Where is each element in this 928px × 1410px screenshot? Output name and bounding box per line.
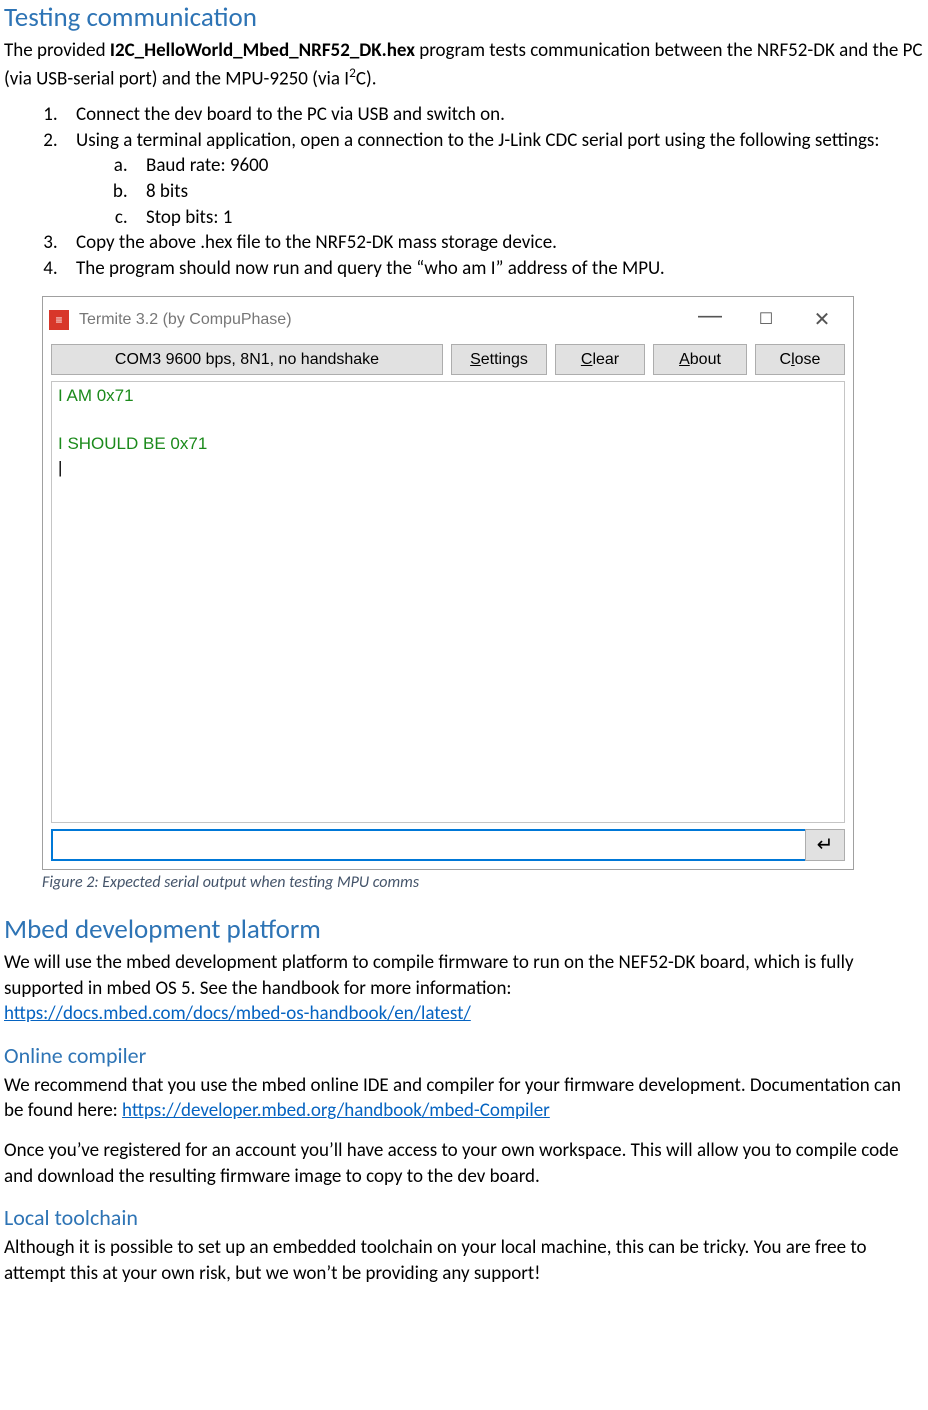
intro-sup: 2 (349, 64, 356, 81)
online-compiler-p2: Once you’ve registered for an account yo… (4, 1138, 924, 1189)
mbed-paragraph: We will use the mbed development platfor… (4, 950, 924, 1027)
terminal-output[interactable]: I AM 0x71 I SHOULD BE 0x71 | (51, 381, 845, 823)
minimize-button[interactable]: — (687, 311, 733, 321)
output-line-2: I SHOULD BE 0x71 (58, 432, 838, 456)
intro-text-c: C). (356, 67, 377, 90)
about-label: bout (690, 351, 721, 368)
intro-text-a: The provided (4, 39, 110, 62)
hex-filename: I2C_HelloWorld_Mbed_NRF52_DK.hex (110, 39, 415, 62)
mbed-handbook-link[interactable]: https://docs.mbed.com/docs/mbed-os-handb… (4, 1002, 471, 1025)
output-line-1: I AM 0x71 (58, 384, 838, 408)
output-blank (58, 408, 838, 432)
terminal-input-row: ↵ (51, 829, 845, 861)
heading-testing-communication: Testing communication (4, 0, 924, 36)
termite-app-icon: ≡ (49, 310, 69, 330)
window-close-button[interactable]: ✕ (799, 307, 845, 334)
termite-window: ≡ Termite 3.2 (by CompuPhase) — ☐ ✕ COM3… (42, 296, 854, 871)
heading-online-compiler: Online compiler (4, 1041, 924, 1071)
intro-paragraph: The provided I2C_HelloWorld_Mbed_NRF52_D… (4, 38, 924, 92)
clear-label: lear (592, 351, 619, 368)
step-2: Using a terminal application, open a con… (62, 128, 924, 231)
clear-button[interactable]: Clear (555, 344, 645, 376)
close-label: ose (795, 351, 821, 368)
output-cursor: | (58, 456, 838, 480)
heading-mbed-platform: Mbed development platform (4, 912, 924, 948)
steps-list: Connect the dev board to the PC via USB … (4, 102, 924, 281)
port-selector[interactable]: COM3 9600 bps, 8N1, no handshake (51, 344, 443, 376)
step-2b: 8 bits (132, 179, 924, 205)
enter-icon: ↵ (817, 832, 834, 859)
terminal-input[interactable] (51, 829, 805, 861)
termite-toolbar: COM3 9600 bps, 8N1, no handshake Setting… (43, 344, 853, 382)
termite-titlebar: ≡ Termite 3.2 (by CompuPhase) — ☐ ✕ (43, 297, 853, 344)
step-2a: Baud rate: 9600 (132, 153, 924, 179)
online-compiler-p1: We recommend that you use the mbed onlin… (4, 1073, 924, 1124)
step-3: Copy the above .hex file to the NRF52-DK… (62, 230, 924, 256)
about-button[interactable]: About (653, 344, 747, 376)
send-button[interactable]: ↵ (805, 829, 845, 861)
step-2-sublist: Baud rate: 9600 8 bits Stop bits: 1 (76, 153, 924, 230)
close-button[interactable]: Close (755, 344, 845, 376)
step-1: Connect the dev board to the PC via USB … (62, 102, 924, 128)
settings-label: ettings (481, 351, 528, 368)
step-2-text: Using a terminal application, open a con… (76, 129, 879, 152)
maximize-button[interactable]: ☐ (743, 309, 789, 331)
mbed-compiler-link[interactable]: https://developer.mbed.org/handbook/mbed… (122, 1099, 550, 1122)
local-toolchain-p1: Although it is possible to set up an emb… (4, 1235, 924, 1286)
mbed-text: We will use the mbed development platfor… (4, 951, 854, 1000)
termite-title: Termite 3.2 (by CompuPhase) (79, 309, 292, 331)
step-2c: Stop bits: 1 (132, 205, 924, 231)
step-4: The program should now run and query the… (62, 256, 924, 282)
heading-local-toolchain: Local toolchain (4, 1203, 924, 1233)
settings-button[interactable]: Settings (451, 344, 547, 376)
figure-2-caption: Figure 2: Expected serial output when te… (42, 872, 924, 894)
